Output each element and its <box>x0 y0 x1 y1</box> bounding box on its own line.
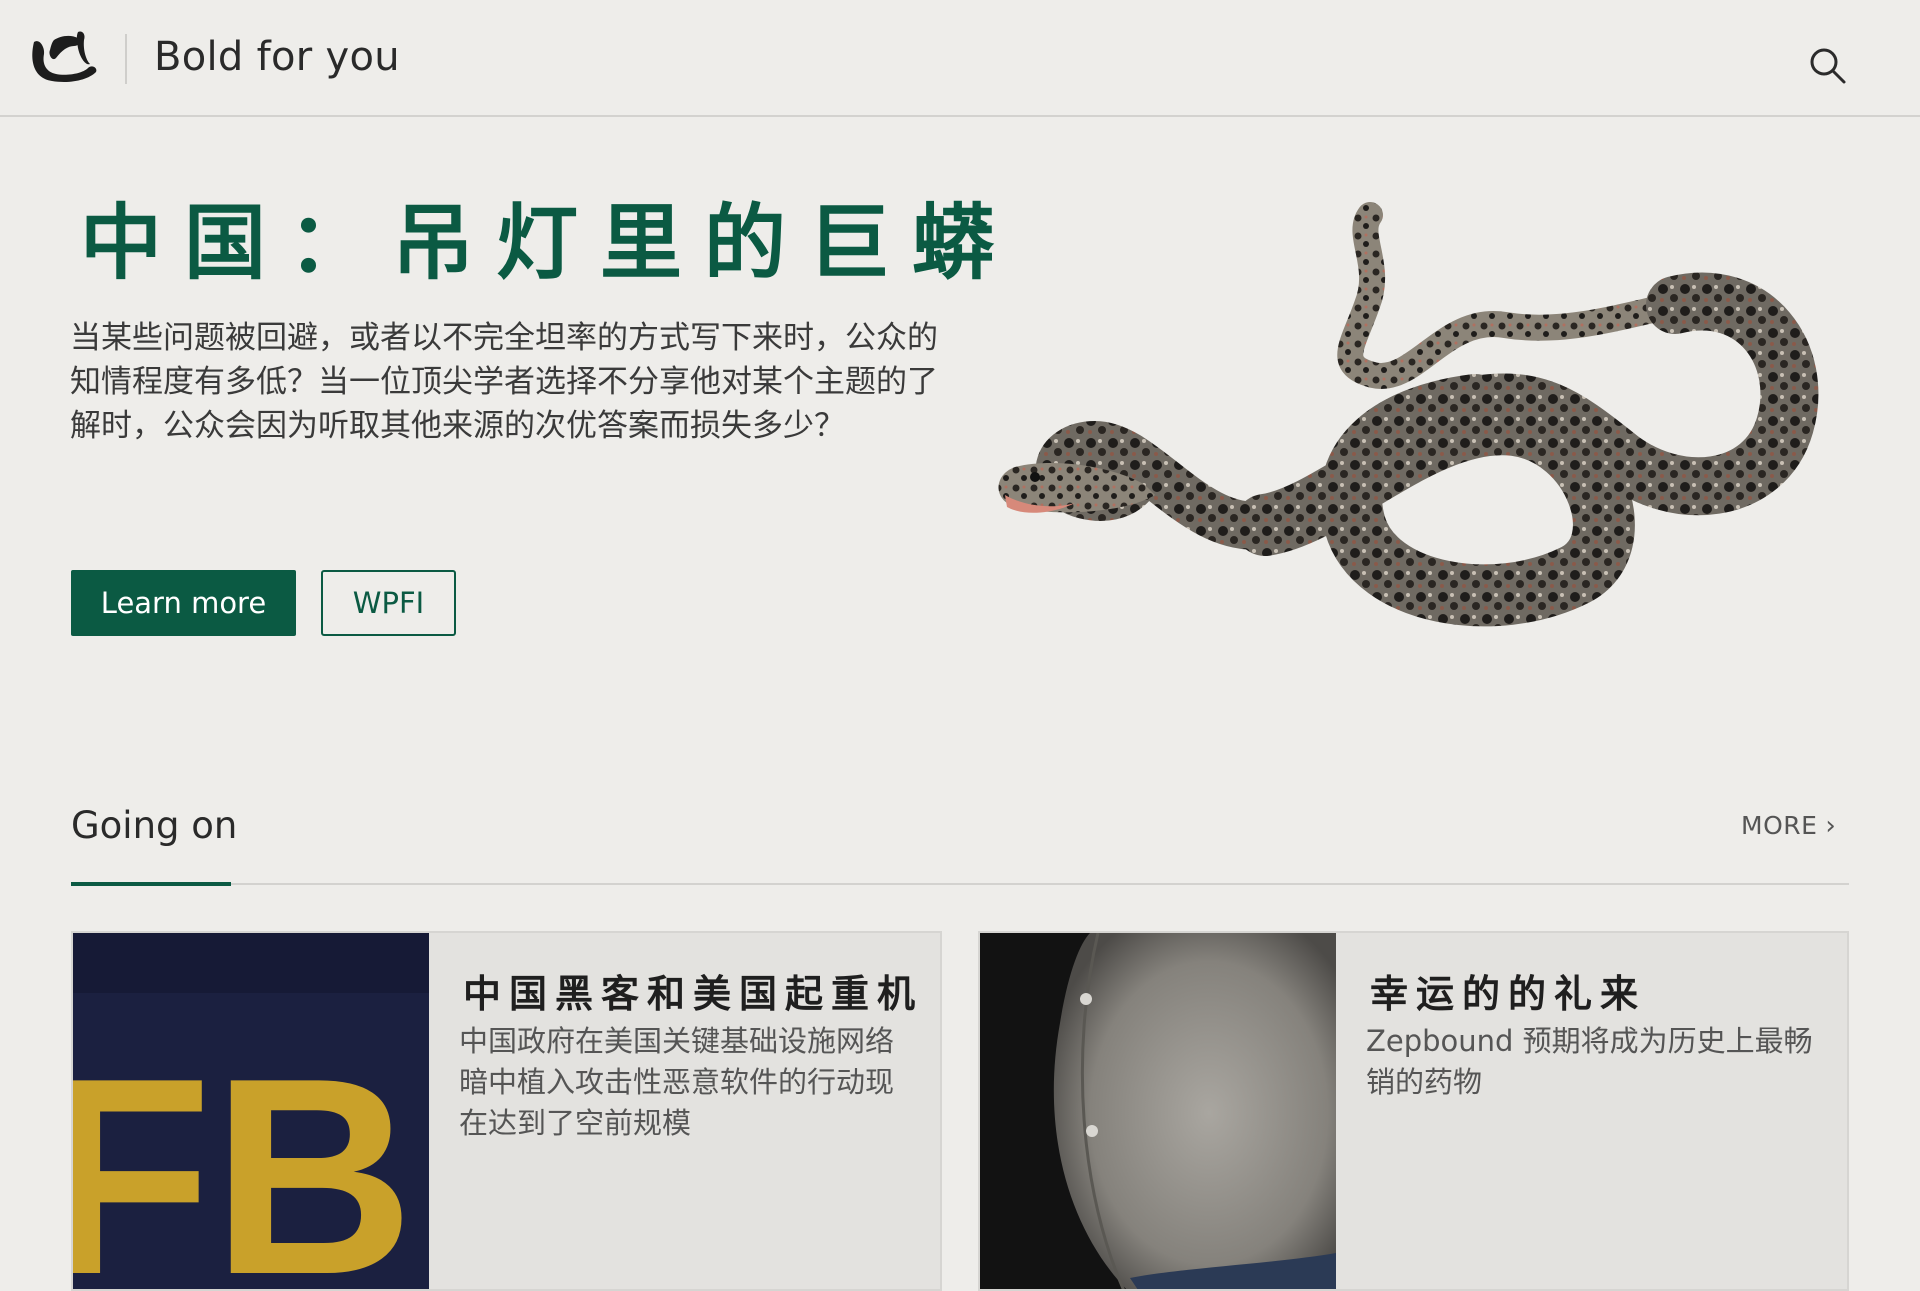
fbi-jacket-photo: FB <box>73 933 429 1291</box>
more-link[interactable]: MORE › <box>1741 811 1836 841</box>
svg-text:FB: FB <box>73 1021 414 1291</box>
card-description: Zepbound 预期将成为历史上最畅销的药物 <box>1366 1024 1813 1099</box>
section-active-underline <box>71 882 231 886</box>
section-title-going-on: Going on <box>71 804 238 847</box>
card-title[interactable]: 中国黑客和美国起重机 <box>463 963 923 1018</box>
wpfi-button[interactable]: WPFI <box>321 570 456 636</box>
more-link-label: MORE <box>1741 811 1818 840</box>
article-card[interactable]: 幸运的的礼来 Zepbound 预期将成为历史上最畅销的药物 <box>978 931 1849 1291</box>
hero-description: 当某些问题被回避，或者以不完全坦率的方式写下来时，公众的知情程度有多低？当一位顶… <box>70 320 938 444</box>
chevron-right-icon: › <box>1825 811 1837 841</box>
card-description: 中国政府在美国关键基础设施网络暗中植入攻击性恶意软件的行动现在达到了空前规模 <box>459 1024 895 1140</box>
top-header: Bold for you <box>0 0 1920 117</box>
section-divider <box>71 883 1849 885</box>
snake-illustration <box>998 202 1819 627</box>
learn-more-button[interactable]: Learn more <box>71 570 296 636</box>
search-icon[interactable] <box>1806 44 1850 88</box>
brush-stroke-logo-icon[interactable] <box>26 28 102 88</box>
header-divider <box>125 34 127 84</box>
card-title[interactable]: 幸运的的礼来 <box>1370 963 1646 1018</box>
hero-title[interactable]: 中国：吊灯里的巨蟒 <box>80 176 1016 295</box>
belly-photo <box>980 933 1336 1289</box>
article-card[interactable]: FB 中国黑客和美国起重机 中国政府在美国关键基础设施网络暗中植入攻击性恶意软件… <box>71 931 942 1291</box>
site-title[interactable]: Bold for you <box>154 34 400 80</box>
